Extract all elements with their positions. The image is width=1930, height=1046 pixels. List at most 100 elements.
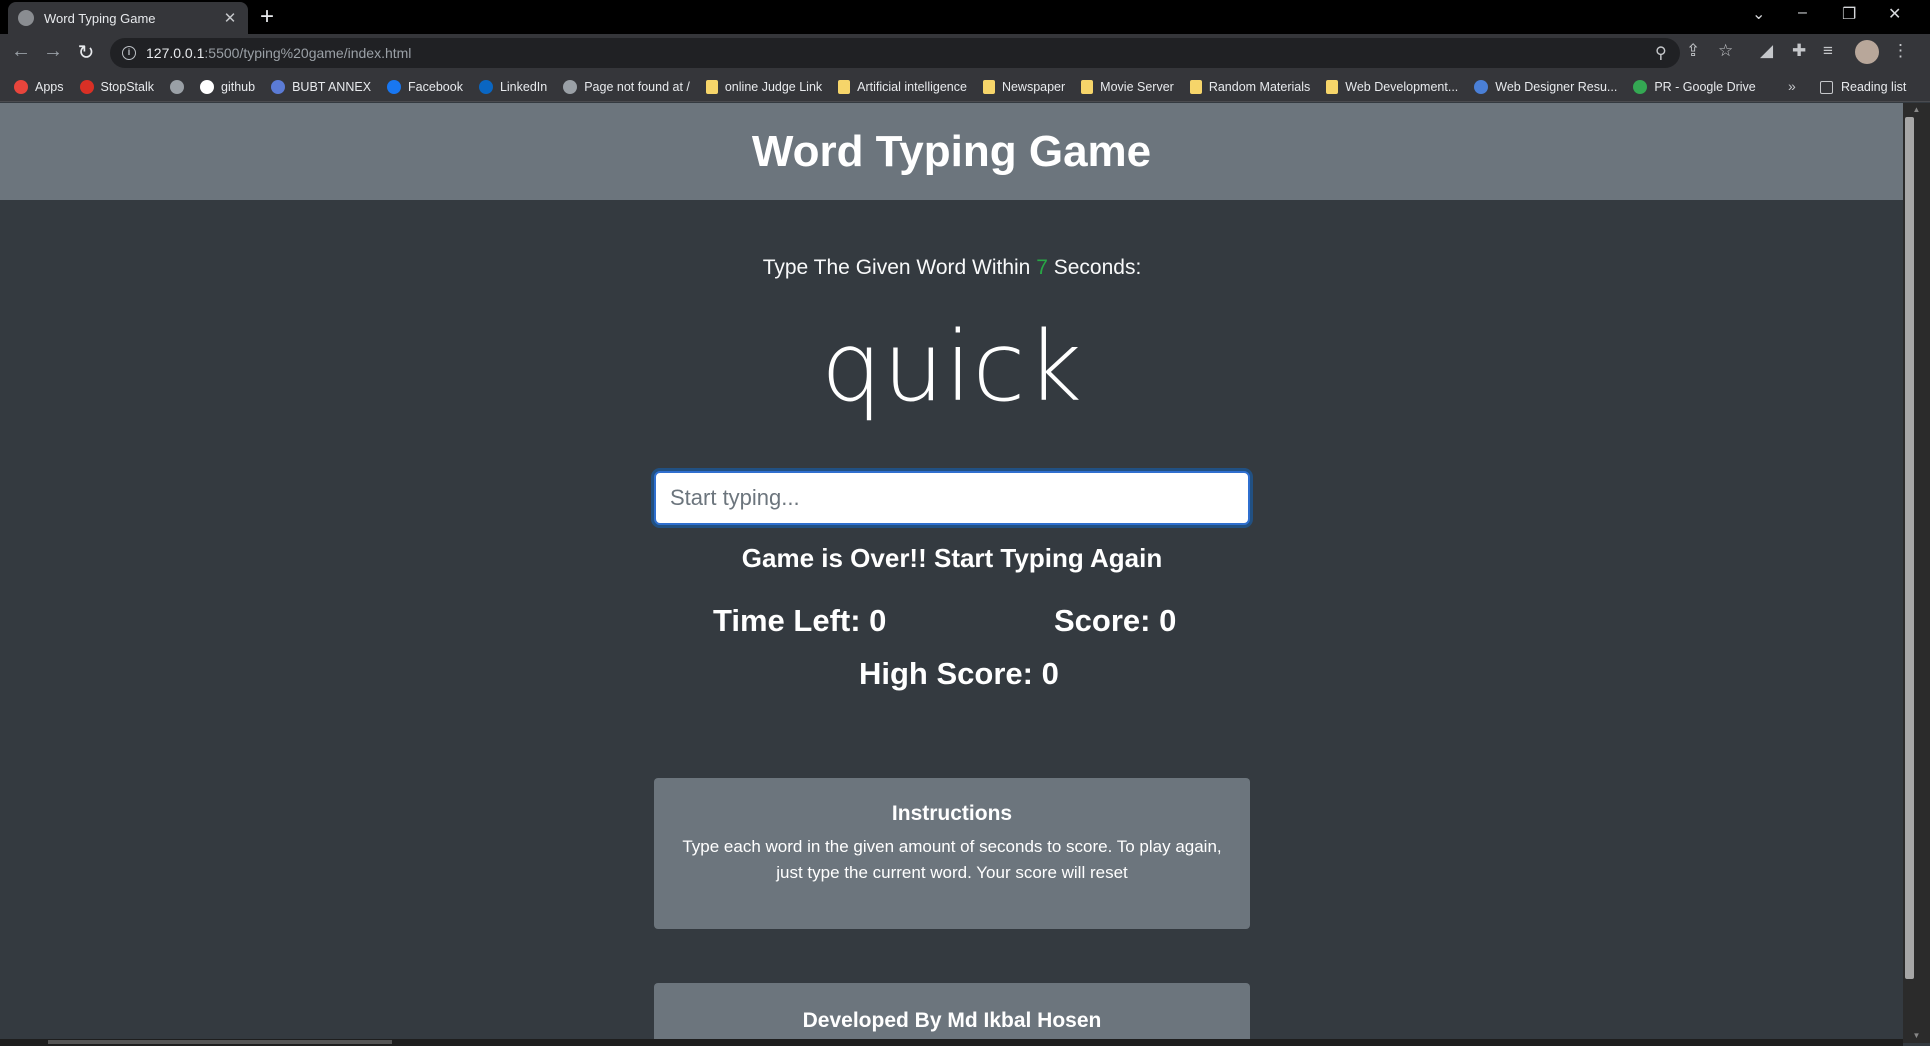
folder-icon (705, 79, 718, 94)
reading-list-button[interactable]: Reading list (1820, 72, 1906, 102)
bookmark-item[interactable]: online Judge Link (705, 79, 823, 94)
profile-avatar[interactable] (1855, 40, 1879, 64)
folder-icon (838, 79, 851, 94)
browser-titlebar: Word Typing Game ✕ + ⌄ – ❐ ✕ (0, 0, 1930, 34)
horizontal-scrollbar[interactable] (0, 1039, 1903, 1046)
lead-prefix: Type The Given Word Within (762, 256, 1037, 279)
bookmark-label: Web Development... (1345, 79, 1459, 94)
horizontal-scrollbar-thumb[interactable] (48, 1040, 392, 1044)
instructions-title: Instructions (891, 802, 1013, 825)
bookmark-label: Apps (35, 79, 64, 94)
folder-icon (1189, 79, 1202, 94)
bubt-icon (271, 79, 286, 94)
bookmark-item[interactable]: Page not found at / (563, 79, 690, 94)
bookmark-item[interactable]: StopStalk (79, 79, 155, 94)
bookmarks-overflow-icon[interactable]: » (1788, 78, 1796, 94)
scroll-up-arrow-icon[interactable]: ▲ (1903, 103, 1930, 117)
bookmark-item[interactable]: Web Development... (1326, 79, 1459, 94)
bookmark-item[interactable]: PR - Google Drive (1633, 79, 1756, 94)
zoom-icon[interactable]: ⚲ (1655, 43, 1667, 63)
reading-list-icon (1820, 80, 1833, 94)
folder-icon (1326, 79, 1339, 94)
vertical-scrollbar[interactable]: ▲ ▼ (1903, 103, 1930, 1043)
bookmark-item[interactable]: Apps (14, 79, 64, 94)
folder-icon (982, 79, 995, 94)
score-stat: Score: 0 (1054, 603, 1176, 639)
bookmark-item[interactable]: BUBT ANNEX (271, 79, 372, 94)
bookmark-item[interactable]: Artificial intelligence (838, 79, 967, 94)
extension-color-icon[interactable]: ◢ (1760, 41, 1773, 61)
bookmark-label: BUBT ANNEX (292, 79, 372, 94)
google-drive-icon (1633, 79, 1648, 94)
bookmark-label: Artificial intelligence (857, 79, 967, 94)
bookmark-label: Facebook (408, 79, 463, 94)
bookmark-label: Random Materials (1208, 79, 1311, 94)
bookmark-item[interactable]: Newspaper (982, 79, 1065, 94)
time-left-label: Time Left: (713, 603, 870, 638)
bookmark-label: Page not found at / (584, 79, 690, 94)
tab-title: Word Typing Game (44, 10, 156, 26)
footer-card: Developed By Md Ikbal Hosen (654, 983, 1250, 1043)
tab-close-icon[interactable]: ✕ (222, 9, 238, 27)
restore-button[interactable]: ❐ (1842, 4, 1856, 24)
site-info-icon[interactable]: i (122, 46, 136, 60)
bookmark-item[interactable]: Movie Server (1081, 79, 1174, 94)
facebook-icon (387, 79, 402, 94)
scroll-down-arrow-icon[interactable]: ▼ (1903, 1029, 1930, 1043)
address-bar[interactable]: i 127.0.0.1:5500/typing%20game/index.htm… (110, 38, 1680, 68)
bookmark-item[interactable]: Web Designer Resu... (1474, 79, 1618, 94)
page-title: Word Typing Game (751, 126, 1152, 176)
bookmark-item[interactable]: LinkedIn (478, 79, 548, 94)
reload-icon[interactable]: ↻ (73, 40, 99, 65)
instructions-card: Instructions Type each word in the given… (654, 778, 1250, 929)
scrollbar-thumb[interactable] (1905, 117, 1914, 979)
bookmark-item[interactable]: github (200, 79, 256, 94)
bookmark-label: online Judge Link (724, 79, 823, 94)
bookmark-item[interactable] (170, 79, 185, 94)
bookmark-item[interactable]: Random Materials (1189, 79, 1311, 94)
back-arrow-icon[interactable]: ← (8, 40, 34, 63)
globe-icon (563, 79, 578, 94)
globe-icon (18, 10, 34, 26)
globe-icon (170, 79, 185, 94)
instructions-text: Type each word in the given amount of se… (682, 837, 1222, 882)
bookmark-label: LinkedIn (499, 79, 548, 94)
bookmark-label: StopStalk (100, 79, 155, 94)
reading-list-label: Reading list (1841, 80, 1907, 94)
bookmark-item[interactable]: Facebook (387, 79, 463, 94)
share-icon[interactable]: ⇪ (1686, 41, 1700, 61)
extensions-puzzle-icon[interactable]: ✚ (1792, 41, 1806, 61)
bookmarks-bar: Apps StopStalk github BUBT ANNEX Facebook Lin… (0, 72, 1930, 102)
page-header: Word Typing Game (0, 103, 1903, 200)
stopstalk-icon (79, 79, 94, 94)
folder-icon (1081, 79, 1094, 94)
forward-arrow-icon[interactable]: → (40, 40, 66, 63)
high-score-stat: High Score: 0 (859, 656, 1059, 692)
bookmark-star-icon[interactable]: ☆ (1718, 41, 1733, 61)
word-input[interactable] (654, 471, 1250, 525)
page-viewport: Word Typing Game Type The Given Word Wit… (0, 103, 1903, 1043)
instruction-lead: Type The Given Word Within 7 Seconds: (654, 256, 1250, 280)
media-queue-icon[interactable]: ≡ (1823, 41, 1833, 61)
apps-grid-icon (14, 79, 28, 94)
score-value: 0 (1159, 603, 1177, 638)
github-icon (200, 79, 215, 94)
browser-toolbar: ← → ↻ i 127.0.0.1:5500/typing%20game/ind… (0, 34, 1930, 72)
lead-suffix: Seconds: (1047, 256, 1142, 279)
bookmark-label: Movie Server (1100, 79, 1174, 94)
high-score-label: High Score: (859, 656, 1042, 691)
close-window-button[interactable]: ✕ (1888, 4, 1901, 24)
new-tab-button[interactable]: + (260, 4, 274, 30)
minimize-button[interactable]: – (1798, 4, 1807, 22)
web-designer-icon (1474, 79, 1489, 94)
bookmark-label: PR - Google Drive (1654, 79, 1756, 94)
tab-search-icon[interactable]: ⌄ (1752, 4, 1765, 24)
bookmark-label: Web Designer Resu... (1495, 79, 1618, 94)
high-score-value: 0 (1041, 656, 1059, 691)
footer-text: Developed By Md Ikbal Hosen (802, 1009, 1102, 1032)
browser-tab-active[interactable]: Word Typing Game ✕ (8, 2, 248, 34)
more-menu-icon[interactable]: ⋮ (1892, 41, 1909, 61)
url-host: 127.0.0.1 (146, 45, 205, 61)
linkedin-icon (478, 79, 493, 94)
bookmark-label: github (221, 79, 256, 94)
